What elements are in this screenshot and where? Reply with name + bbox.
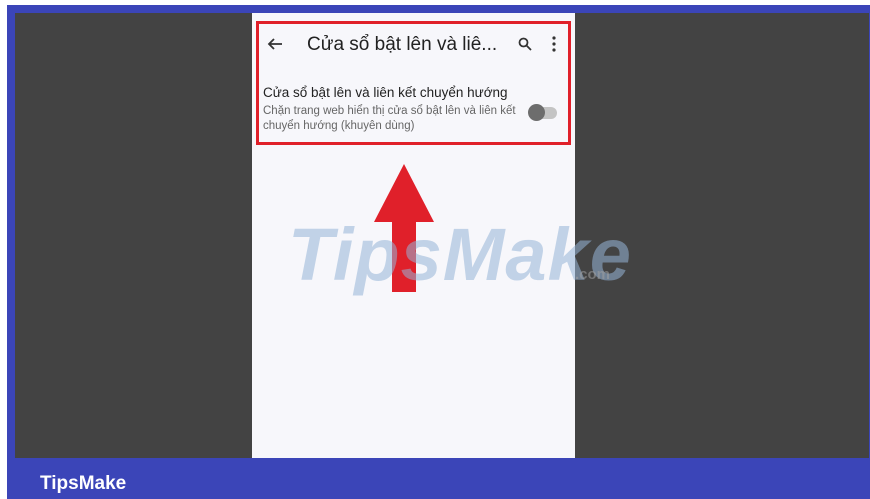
red-highlight-box bbox=[256, 21, 571, 145]
watermark: TipsMake bbox=[288, 213, 632, 296]
brand-label: TipsMake bbox=[40, 473, 127, 494]
watermark-suffix: .com bbox=[575, 266, 611, 283]
